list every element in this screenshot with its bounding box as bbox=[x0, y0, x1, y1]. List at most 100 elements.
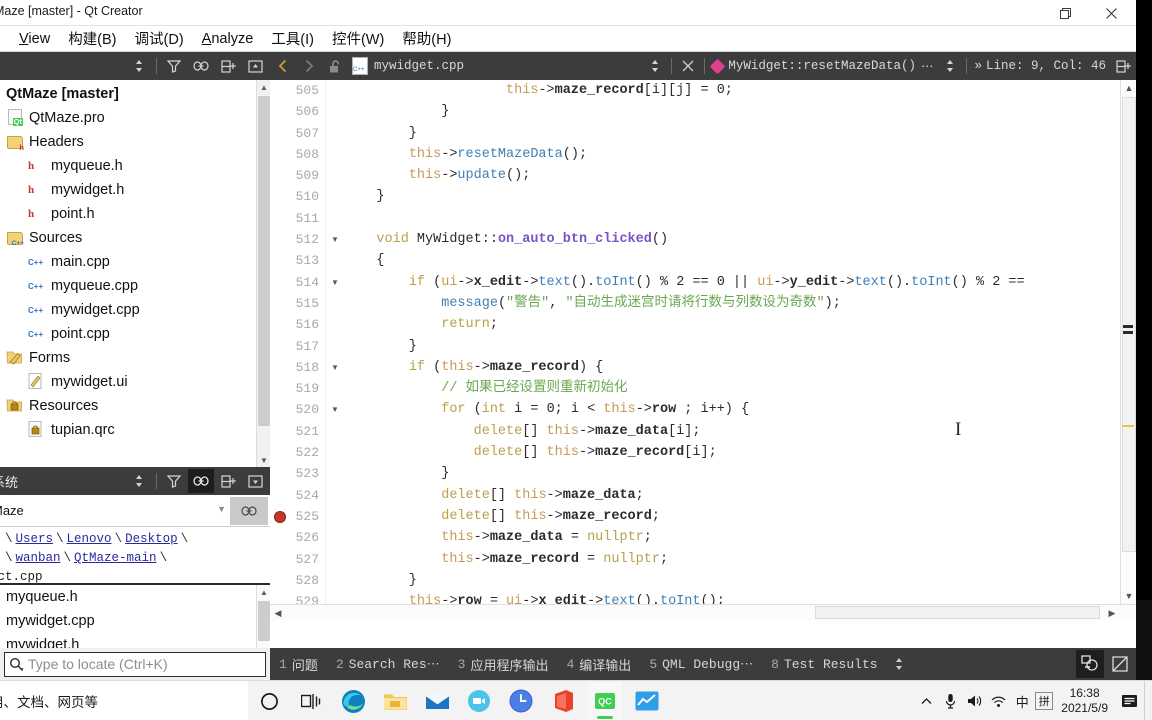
volume-icon[interactable] bbox=[963, 682, 985, 720]
scroll-up-icon[interactable]: ▲ bbox=[1121, 80, 1136, 96]
code-line[interactable]: if (ui->x_edit->text().toInt() % 2 == 0 … bbox=[344, 272, 1120, 293]
filter-icon[interactable] bbox=[161, 469, 187, 493]
code-line[interactable]: this->maze_record = nullptr; bbox=[344, 549, 1120, 570]
code-line[interactable]: } bbox=[344, 570, 1120, 591]
tree-item-point-h[interactable]: h point.h bbox=[0, 202, 256, 226]
split-icon[interactable] bbox=[215, 54, 241, 78]
tree-item-headers-folder[interactable]: h Headers bbox=[0, 130, 256, 154]
code-line[interactable]: } bbox=[344, 101, 1120, 122]
symbol-selector[interactable]: MyWidget::resetMazeData() ⋯ bbox=[708, 58, 937, 74]
output-tab-test-results[interactable]: 8 Test Results bbox=[762, 648, 886, 680]
editor-file-list-button[interactable] bbox=[642, 53, 668, 79]
tree-item-project-root[interactable]: QtMaze [master] bbox=[0, 82, 256, 106]
code-line[interactable]: delete[] this->maze_record; bbox=[344, 506, 1120, 527]
scroll-up-icon[interactable]: ▲ bbox=[257, 80, 270, 94]
minimize-output-button[interactable] bbox=[1076, 650, 1104, 678]
code-line[interactable]: // 如果已经设置则重新初始化 bbox=[344, 378, 1120, 399]
scrollbar-thumb[interactable] bbox=[258, 96, 270, 426]
symbol-list-button[interactable] bbox=[937, 53, 963, 79]
editor-close-button[interactable] bbox=[675, 53, 701, 79]
code-line[interactable] bbox=[344, 208, 1120, 229]
scroll-right-icon[interactable]: ▶ bbox=[1104, 605, 1120, 620]
tree-item-sources-folder[interactable]: C++ Sources bbox=[0, 226, 256, 250]
collapse-icon[interactable] bbox=[242, 54, 268, 78]
code-line[interactable]: this->update(); bbox=[344, 165, 1120, 186]
menu-icon[interactable] bbox=[242, 469, 268, 493]
filesystem-sync-button[interactable] bbox=[230, 497, 268, 525]
fold-toggle-icon[interactable]: ▼ bbox=[326, 272, 344, 293]
project-tree-scrollbar[interactable]: ▲ ▼ bbox=[256, 80, 270, 467]
output-tab-qml-debugger[interactable]: 5 QML Debugg⋯ bbox=[640, 648, 762, 680]
tree-item-resources-folder[interactable]: Resources bbox=[0, 394, 256, 418]
breakpoint-marker[interactable] bbox=[274, 511, 286, 523]
fold-column[interactable]: ▼ ▼ ▼ ▼ bbox=[326, 80, 344, 620]
lock-button[interactable] bbox=[322, 53, 348, 79]
chart-app-icon[interactable] bbox=[630, 682, 664, 720]
tree-item-myqueue-h[interactable]: h myqueue.h bbox=[0, 154, 256, 178]
scrollbar-thumb[interactable] bbox=[815, 606, 1100, 619]
split-editor-button[interactable] bbox=[1110, 53, 1136, 79]
breadcrumb-link-wanban[interactable]: wanban bbox=[16, 551, 61, 565]
locator-input[interactable]: Type to locate (Ctrl+K) bbox=[4, 651, 266, 677]
code-line[interactable]: } bbox=[344, 336, 1120, 357]
tree-item-forms-folder[interactable]: Forms bbox=[0, 346, 256, 370]
menu-item-view[interactable]: VViewiew bbox=[10, 29, 59, 49]
fold-toggle-icon[interactable]: ▼ bbox=[326, 357, 344, 378]
code-line[interactable]: { bbox=[344, 250, 1120, 271]
maximize-output-button[interactable] bbox=[1106, 650, 1134, 678]
fold-toggle-icon[interactable]: ▼ bbox=[326, 229, 344, 250]
menu-item-help[interactable]: 帮助(H) bbox=[393, 26, 460, 51]
breadcrumb-link-desktop[interactable]: Desktop bbox=[125, 532, 178, 546]
menu-item-build[interactable]: 构建(B) bbox=[59, 26, 125, 51]
link-icon[interactable] bbox=[188, 54, 214, 78]
code-line[interactable]: delete[] this->maze_data; bbox=[344, 485, 1120, 506]
task-view-icon[interactable] bbox=[294, 682, 328, 720]
output-tab-compile-output[interactable]: 4 编译输出 bbox=[557, 648, 640, 680]
editor-current-file[interactable]: mywidget.cpp bbox=[348, 57, 464, 75]
zoom-icon[interactable] bbox=[462, 682, 496, 720]
qt-creator-icon[interactable]: QC bbox=[588, 682, 622, 720]
code-line[interactable]: this->maze_data = nullptr; bbox=[344, 527, 1120, 548]
code-line[interactable]: this->maze_record[i][j] = 0; bbox=[344, 80, 1120, 101]
menu-item-analyze[interactable]: Analyze bbox=[193, 29, 263, 49]
list-item[interactable]: mywidget.cpp bbox=[0, 609, 270, 633]
microphone-icon[interactable] bbox=[939, 682, 961, 720]
code-line[interactable]: return; bbox=[344, 314, 1120, 335]
output-tab-issues[interactable]: 1 问题 bbox=[270, 648, 327, 680]
taskbar-search-box[interactable]: 用、文档、网页等 bbox=[0, 681, 248, 720]
scroll-left-icon[interactable]: ◀ bbox=[270, 605, 286, 620]
sort-icon[interactable] bbox=[126, 54, 152, 78]
taskbar-clock[interactable]: 16:38 2021/5/9 bbox=[1055, 686, 1114, 716]
code-line[interactable]: message("警告", "自动生成迷宫时请将行数与列数设为奇数"); bbox=[344, 293, 1120, 314]
output-tab-search-results[interactable]: 2 Search Res⋯ bbox=[327, 648, 449, 680]
scroll-down-icon[interactable]: ▼ bbox=[1121, 588, 1136, 604]
clock-app-icon[interactable] bbox=[504, 682, 538, 720]
close-button[interactable] bbox=[1088, 0, 1134, 26]
output-sort-button[interactable] bbox=[887, 657, 911, 671]
office-icon[interactable] bbox=[546, 682, 580, 720]
editor-vertical-scrollbar[interactable]: ▲ ▼ bbox=[1120, 80, 1136, 620]
scrollbar-thumb[interactable] bbox=[258, 601, 270, 641]
tree-item-point-cpp[interactable]: C++ point.cpp bbox=[0, 322, 256, 346]
ime-language-indicator[interactable]: 中 bbox=[1011, 682, 1033, 720]
code-line[interactable]: } bbox=[344, 123, 1120, 144]
nav-back-button[interactable] bbox=[270, 53, 296, 79]
code-editor[interactable]: 505 506 507 508 509 510 511 512 513 514 515 516 517 5… bbox=[270, 80, 1136, 620]
code-line[interactable]: delete[] this->maze_record[i]; bbox=[344, 442, 1120, 463]
restore-button[interactable] bbox=[1042, 0, 1088, 26]
code-line[interactable]: delete[] this->maze_data[i]; bbox=[344, 421, 1120, 442]
project-tree[interactable]: QtMaze [master] Qt QtMaze.pro h Headers … bbox=[0, 80, 270, 468]
notification-icon[interactable] bbox=[1116, 682, 1142, 720]
breadcrumb-link-users[interactable]: Users bbox=[16, 532, 54, 546]
filesystem-path-combo[interactable]: Maze ▼ bbox=[0, 495, 270, 527]
breadcrumb-link-qtmaze-main[interactable]: QtMaze-main bbox=[74, 551, 157, 565]
nav-forward-button[interactable] bbox=[296, 53, 322, 79]
file-explorer-icon[interactable] bbox=[378, 682, 412, 720]
filter-icon[interactable] bbox=[161, 54, 187, 78]
show-desktop-button[interactable] bbox=[1144, 681, 1150, 720]
link-icon[interactable] bbox=[188, 469, 214, 493]
network-icon[interactable] bbox=[987, 682, 1009, 720]
code-line[interactable]: void MyWidget::on_auto_btn_clicked() bbox=[344, 229, 1120, 250]
tree-item-mywidget-cpp[interactable]: C++ mywidget.cpp bbox=[0, 298, 256, 322]
cortana-icon[interactable] bbox=[252, 682, 286, 720]
